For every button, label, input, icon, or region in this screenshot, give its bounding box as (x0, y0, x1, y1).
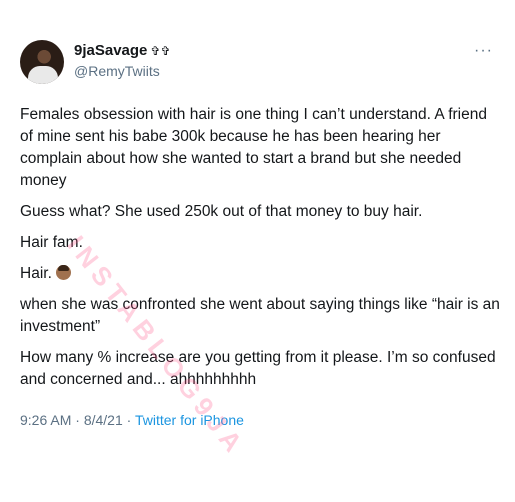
display-name[interactable]: 9jaSavage ✞✞ (74, 42, 171, 60)
tweet-time[interactable]: 9:26 AM (20, 412, 71, 428)
tweet-paragraph: when she was confronted she went about s… (20, 296, 500, 335)
tweet-paragraph: Hair fam. (20, 234, 83, 251)
tweet-card: 9jaSavage ✞✞ @RemyTwiits ··· Females obse… (0, 0, 515, 502)
user-handle[interactable]: @RemyTwiits (74, 62, 171, 80)
avatar[interactable] (20, 40, 64, 84)
meta-separator: · (75, 412, 80, 428)
user-names: 9jaSavage ✞✞ @RemyTwiits (74, 42, 171, 80)
more-options-icon[interactable]: ··· (474, 42, 493, 60)
tweet-header: 9jaSavage ✞✞ @RemyTwiits ··· (16, 36, 499, 88)
tweet-date[interactable]: 8/4/21 (84, 412, 123, 428)
tweet-paragraph: Females obsession with hair is one thing… (20, 106, 487, 189)
tweet-paragraph-with-emoji: Hair. (20, 263, 500, 285)
meta-separator: · (126, 412, 132, 428)
tweet-source-link[interactable]: Twitter for iPhone (135, 412, 244, 428)
tweet-text: Females obsession with hair is one thing… (20, 104, 500, 400)
tweet-paragraph: How many % increase are you getting from… (20, 349, 496, 388)
cross-icon: ✞✞ (150, 44, 171, 58)
tweet-paragraph-text: Hair. (20, 265, 52, 282)
tweet-metadata: 9:26 AM · 8/4/21 · Twitter for iPhone (20, 412, 244, 428)
man-facepalming-emoji-icon (56, 265, 72, 280)
tweet-paragraph: Guess what? She used 250k out of that mo… (20, 203, 423, 220)
display-name-text[interactable]: 9jaSavage (74, 42, 147, 59)
